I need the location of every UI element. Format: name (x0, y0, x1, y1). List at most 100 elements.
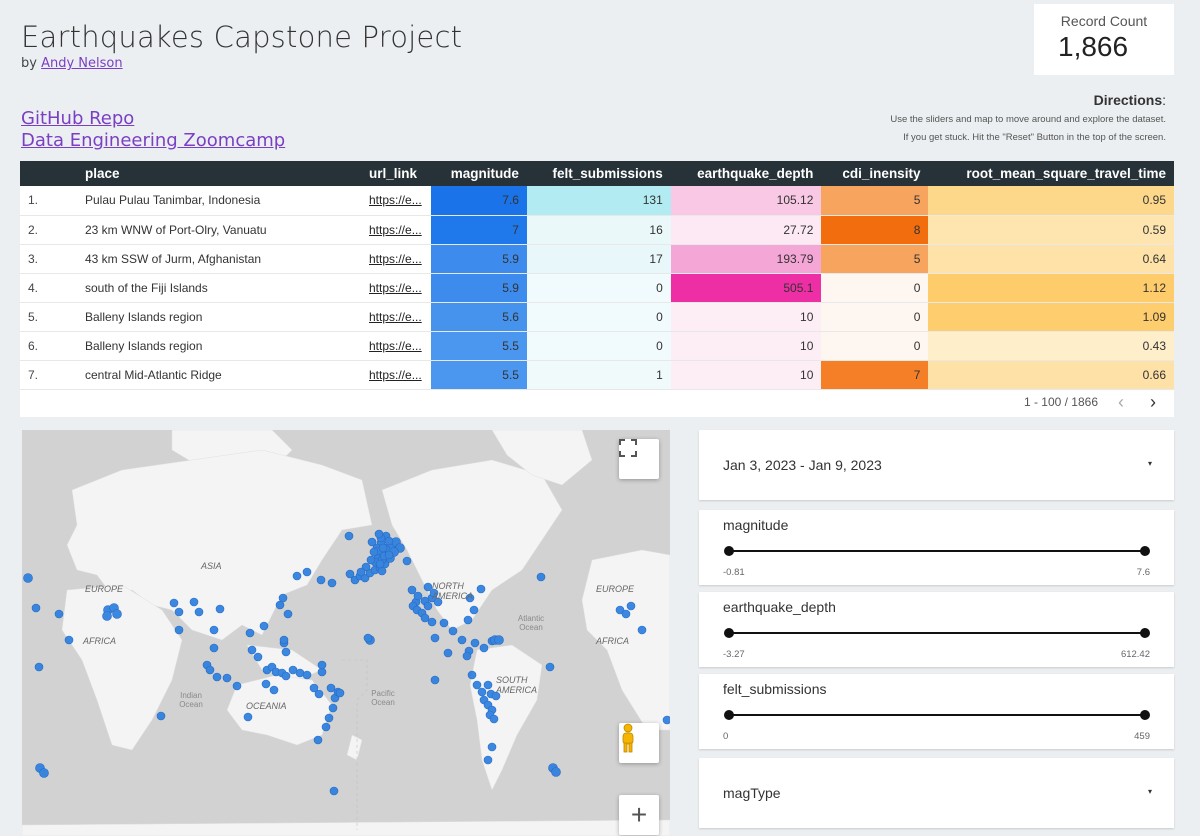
pagination-range: 1 - 100 / 1866 (1023, 395, 1098, 409)
github-repo-link[interactable]: GitHub Repo (21, 108, 134, 129)
slider-max-value: 612.42 (1120, 649, 1150, 660)
africa-left-landmass (61, 584, 183, 751)
slider-max-handle[interactable] (1140, 546, 1150, 556)
url-link[interactable]: https://e... (369, 223, 422, 237)
cell-url-link: https://e... (361, 273, 431, 303)
quake-point (483, 680, 493, 690)
column-header-earthquake-depth[interactable]: earthquake_depth (670, 161, 822, 186)
slider-max-handle[interactable] (1140, 710, 1150, 720)
url-link[interactable]: https://e... (369, 368, 422, 382)
quake-point (536, 572, 546, 582)
earthquake-map[interactable]: ASIA EUROPE AFRICA NORTH AMERICA EUROPE … (22, 430, 670, 836)
cell-earthquake-depth: 10 (670, 302, 822, 332)
quake-point (335, 688, 345, 698)
quake-point (457, 635, 467, 645)
map-label-europe-right: EUROPE (596, 584, 635, 594)
quake-point (356, 567, 366, 577)
author-link[interactable]: Andy Nelson (41, 56, 123, 71)
record-count-label: Record Count (1060, 13, 1148, 29)
cell-felt-submissions: 16 (526, 215, 671, 245)
quake-point (328, 703, 338, 713)
column-header-cdi-intensity[interactable]: cdi_inensity (821, 161, 929, 186)
slider-min-handle[interactable] (724, 628, 734, 638)
quake-point (302, 567, 312, 577)
quake-point (551, 767, 561, 777)
pegman-icon (622, 723, 634, 753)
quake-point (374, 529, 384, 539)
url-link[interactable]: https://e... (369, 281, 422, 295)
cell-url-link: https://e... (361, 302, 431, 332)
quake-point (467, 670, 477, 680)
cell-felt-submissions: 17 (526, 244, 671, 274)
slider-label: magnitude (723, 517, 789, 533)
map-label-europe-left: EUROPE (85, 584, 124, 594)
slider-min-handle[interactable] (724, 546, 734, 556)
quake-point (259, 621, 269, 631)
slider-min-handle[interactable] (724, 710, 734, 720)
directions-title-text: Directions (1093, 92, 1163, 108)
quake-point (375, 559, 385, 569)
quake-point (281, 647, 291, 657)
quake-point (637, 625, 647, 635)
cell-url-link: https://e... (361, 186, 431, 216)
table-header-row: place url_link magnitude felt_submission… (20, 161, 1174, 186)
cell-felt-submissions: 131 (526, 186, 671, 216)
quake-point (31, 603, 41, 613)
next-page-icon[interactable]: › (1144, 392, 1162, 413)
quake-point (102, 611, 112, 621)
quake-point (292, 571, 302, 581)
column-header-url-link[interactable]: url_link (361, 161, 431, 186)
slider-max-handle[interactable] (1140, 628, 1150, 638)
quake-point (621, 609, 631, 619)
cell-earthquake-depth: 105.12 (670, 186, 822, 216)
url-link[interactable]: https://e... (369, 310, 422, 324)
cell-rms-travel-time: 0.66 (928, 360, 1174, 390)
fullscreen-icon (619, 439, 637, 457)
quake-point (378, 543, 388, 553)
magtype-label: magType (723, 785, 781, 801)
quake-point (407, 585, 417, 595)
date-range-filter[interactable]: Jan 3, 2023 - Jan 9, 2023 ▾ (699, 430, 1174, 500)
quake-point (476, 584, 486, 594)
url-link[interactable]: https://e... (369, 252, 422, 266)
quake-point (314, 689, 324, 699)
table-row: 4. south of the Fiji Islands https://e..… (20, 273, 1174, 303)
cell-felt-submissions: 1 (526, 360, 671, 390)
fullscreen-button[interactable] (619, 439, 659, 479)
south-america-landmass (469, 644, 543, 791)
chevron-down-icon: ▾ (1147, 459, 1152, 468)
cell-earthquake-depth: 193.79 (670, 244, 822, 274)
cell-rms-travel-time: 0.43 (928, 331, 1174, 361)
quake-point (283, 609, 293, 619)
quake-point (324, 713, 334, 723)
quake-point (366, 555, 376, 565)
cell-cdi-intensity: 0 (821, 302, 929, 332)
slider-track[interactable] (729, 550, 1144, 552)
cell-cdi-intensity: 7 (821, 360, 929, 390)
quake-point (423, 582, 433, 592)
prev-page-icon[interactable]: ‹ (1112, 392, 1130, 413)
cell-felt-submissions: 0 (526, 273, 671, 303)
chevron-down-icon: ▾ (1147, 787, 1152, 796)
table-row: 6. Balleny Islands region https://e... 5… (20, 331, 1174, 361)
quake-point (472, 680, 482, 690)
slider-track[interactable] (729, 632, 1144, 634)
zoom-in-button[interactable]: + (619, 795, 659, 835)
ocean-label-pacific: Pacific Ocean (371, 689, 395, 707)
quake-point (363, 633, 373, 643)
url-link[interactable]: https://e... (369, 193, 422, 207)
cell-cdi-intensity: 8 (821, 215, 929, 245)
column-header-magnitude[interactable]: magnitude (431, 161, 527, 186)
column-header-rms-travel-time[interactable]: root_mean_square_travel_time (928, 161, 1174, 186)
magtype-filter[interactable]: magType ▾ (699, 758, 1174, 828)
slider-track[interactable] (729, 714, 1144, 716)
zoomcamp-link[interactable]: Data Engineering Zoomcamp (21, 130, 285, 151)
byline-prefix: by (21, 56, 37, 71)
cell-magnitude: 7.6 (431, 186, 527, 216)
url-link[interactable]: https://e... (369, 339, 422, 353)
column-header-felt-submissions[interactable]: felt_submissions (526, 161, 671, 186)
slider-label: felt_submissions (723, 681, 827, 697)
column-header-place[interactable]: place (77, 161, 361, 186)
cell-place: 23 km WNW of Port-Olry, Vanuatu (77, 215, 361, 245)
street-view-button[interactable] (619, 723, 659, 763)
